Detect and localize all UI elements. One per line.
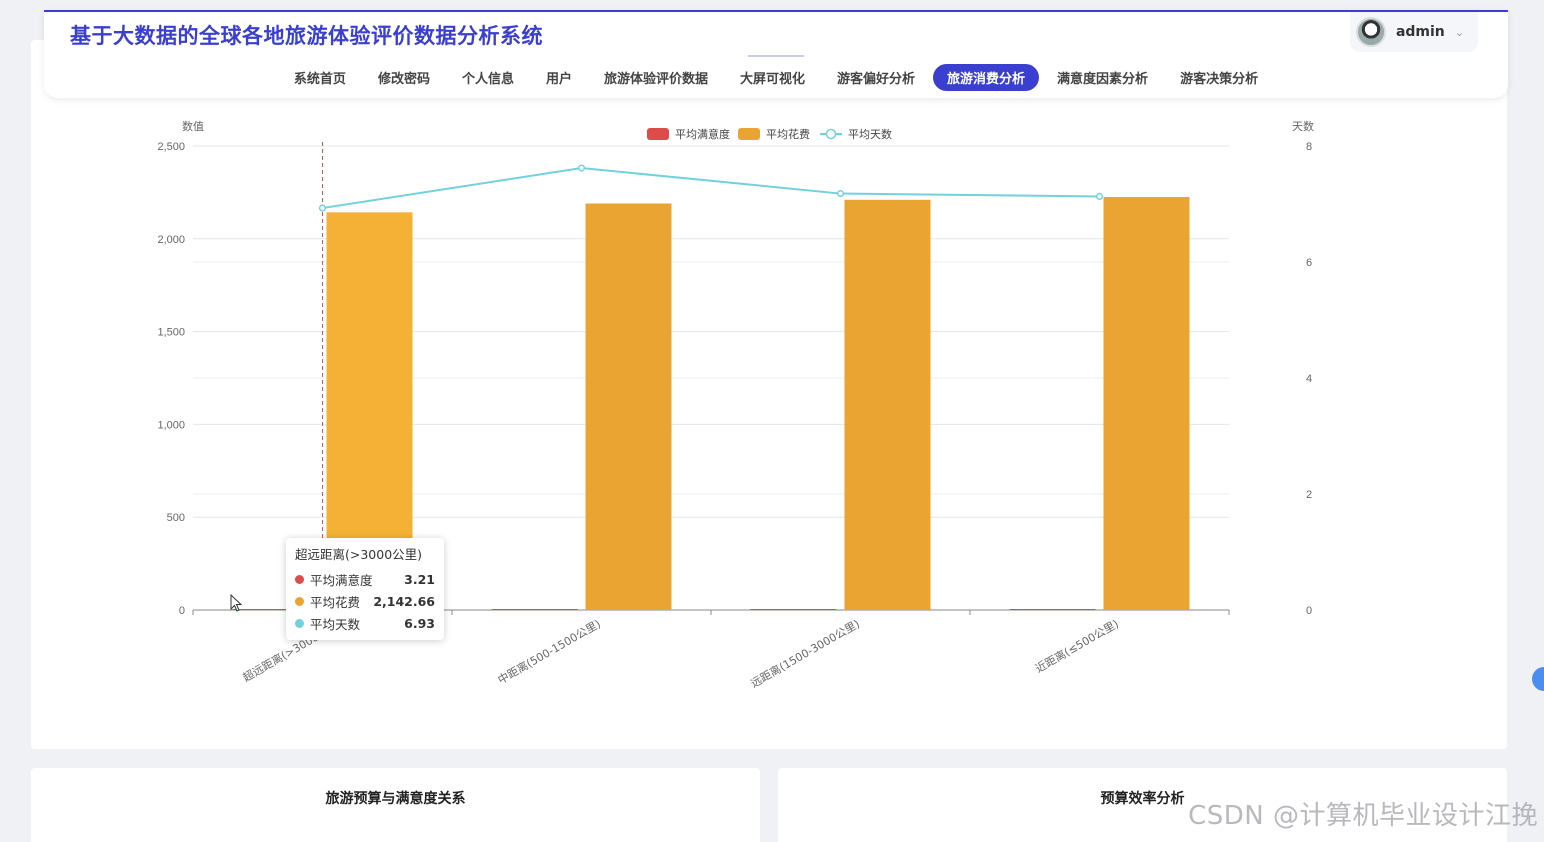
spend-bar (844, 199, 931, 610)
tooltip-dot-satisfaction (295, 574, 304, 584)
y-left-tick-label: 1,000 (157, 419, 185, 431)
consumption-chart-panel: 0 500 1,000 1,500 2,000 2,500 0 2 4 6 8 数值 天数超远距离(>3… (31, 40, 1507, 749)
satisfaction-bar (491, 609, 578, 610)
y-right-tick-label: 0 (1306, 605, 1312, 617)
top-header: 基于大数据的全球各地旅游体验评价数据分析系统 admin ⌄ 系统首页 修改密码… (44, 10, 1508, 98)
y-left-tick-label: 0 (179, 605, 185, 617)
legend-label-satisfaction: 平均满意度 (675, 127, 730, 141)
app-title: 基于大数据的全球各地旅游体验评价数据分析系统 (70, 24, 543, 48)
tooltip-row-name: 平均天数 (310, 616, 361, 632)
tooltip-row-name: 平均花费 (310, 594, 361, 610)
legend-swatch-satisfaction (647, 128, 669, 140)
y-right-tick-label: 2 (1306, 489, 1312, 501)
x-tick-label: 远距离(1500-3000公里) (748, 616, 862, 690)
satisfaction-bar (750, 609, 837, 610)
days-point (577, 164, 586, 172)
nav-item-change-password[interactable]: 修改密码 (364, 64, 444, 91)
y-left-tick-label: 1,500 (157, 327, 185, 339)
nav-hover-indicator (748, 55, 804, 57)
y-left-tick-label: 2,000 (157, 234, 185, 246)
days-point (836, 190, 845, 198)
tooltip-dot-days (295, 618, 304, 628)
legend-label-days: 平均天数 (848, 128, 892, 141)
watermark: CSDN @计算机毕业设计江挽 (1188, 801, 1538, 831)
spend-bar (1103, 197, 1190, 611)
tooltip-row: 平均满意度 3.21 (295, 568, 435, 590)
user-menu[interactable]: admin ⌄ (1349, 12, 1478, 52)
tooltip-title: 超远距离(>3000公里) (295, 547, 423, 562)
y-left-tick-label: 2,500 (157, 141, 185, 153)
legend-label-spend: 平均花费 (766, 128, 810, 141)
nav-item-preference-analysis[interactable]: 游客偏好分析 (823, 64, 929, 91)
legend-swatch-spend (738, 128, 760, 140)
mouse-cursor-icon (230, 594, 242, 612)
y-right-tick-label: 6 (1306, 257, 1312, 269)
y-left-axis-title: 数值 (182, 120, 204, 133)
avatar[interactable] (1355, 17, 1386, 47)
nav-item-decision-analysis[interactable]: 游客决策分析 (1166, 64, 1272, 91)
tooltip-row: 平均天数 6.93 (295, 612, 435, 634)
nav-item-consumption-analysis[interactable]: 旅游消费分析 (933, 64, 1040, 91)
nav-item-profile[interactable]: 个人信息 (448, 64, 528, 91)
chart-tooltip: 超远距离(>3000公里) 平均满意度 3.21 平均花费 2,142.66 平… (286, 538, 444, 640)
side-drawer-handle[interactable] (1532, 667, 1544, 691)
budget-satisfaction-title: 旅游预算与满意度关系 (325, 791, 466, 807)
user-name: admin (1395, 24, 1445, 40)
main-nav: 系统首页 修改密码 个人信息 用户 旅游体验评价数据 大屏可视化 游客偏好分析 … (44, 64, 1508, 91)
y-left-tick-label: 500 (167, 512, 185, 524)
y-right-axis-title: 天数 (1292, 120, 1314, 133)
nav-item-review-data[interactable]: 旅游体验评价数据 (590, 64, 722, 91)
x-tick-label: 中距离(500-1500公里) (495, 616, 603, 686)
y-right-tick-label: 8 (1306, 141, 1312, 153)
y-right-tick-label: 4 (1306, 373, 1312, 385)
days-point (1095, 192, 1104, 201)
consumption-chart[interactable]: 0 500 1,000 1,500 2,000 2,500 0 2 4 6 8 数值 天数超远距离(>3… (31, 40, 1507, 749)
x-tick-label: 近距离(≤500公里) (1033, 616, 1121, 675)
nav-item-home[interactable]: 系统首页 (280, 64, 360, 91)
satisfaction-bar (1009, 609, 1096, 610)
nav-item-users[interactable]: 用户 (532, 64, 586, 91)
legend-swatch-days-point (825, 128, 837, 140)
spend-bar (585, 203, 672, 610)
tooltip-row-value: 6.93 (404, 615, 435, 631)
tooltip-dot-spend (295, 596, 304, 606)
days-line (322, 167, 1100, 210)
budget-satisfaction-card: 旅游预算与满意度关系 (31, 768, 760, 842)
tooltip-row: 平均花费 2,142.66 (295, 590, 435, 612)
tooltip-row-value: 3.21 (404, 571, 435, 587)
nav-item-big-screen[interactable]: 大屏可视化 (726, 64, 819, 91)
nav-item-satisfaction-factors[interactable]: 满意度因素分析 (1043, 64, 1162, 91)
days-point (318, 204, 327, 212)
chevron-down-icon[interactable]: ⌄ (1455, 26, 1464, 39)
tooltip-row-value: 2,142.66 (373, 593, 435, 609)
tooltip-row-name: 平均满意度 (310, 572, 373, 588)
